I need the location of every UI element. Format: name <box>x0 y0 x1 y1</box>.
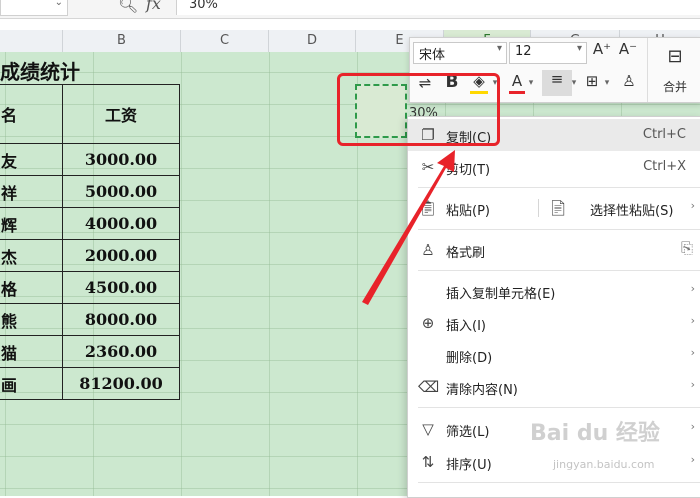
arrow-shape <box>362 150 455 305</box>
watermark-url: jingyan.baidu.com <box>553 458 655 471</box>
watermark-logo: Bai du 经验 <box>530 421 660 446</box>
